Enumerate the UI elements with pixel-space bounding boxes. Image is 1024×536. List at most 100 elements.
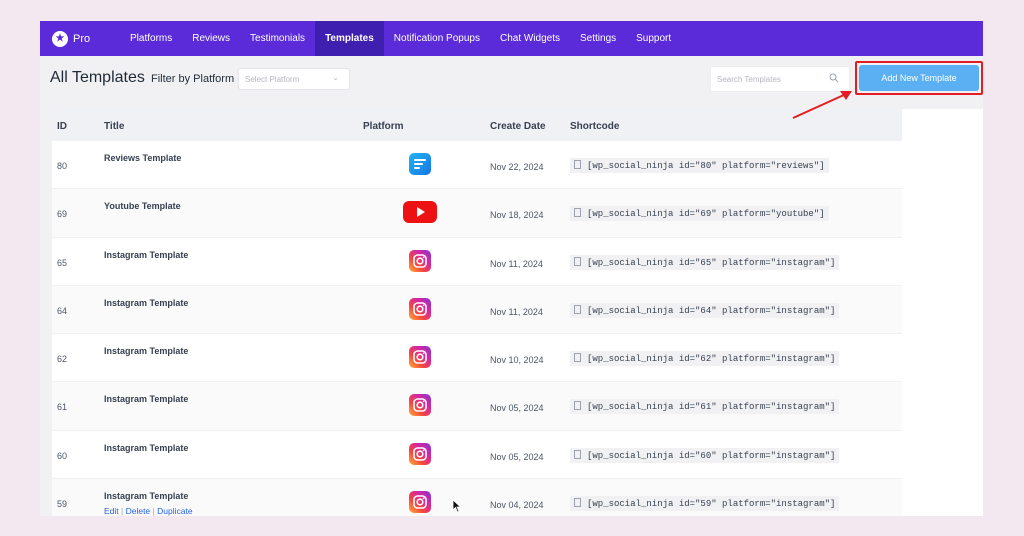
copy-icon[interactable]	[574, 498, 581, 508]
shortcode-text: [wp_social_ninja id="64" platform="insta…	[587, 305, 836, 316]
nav-item-reviews[interactable]: Reviews	[182, 21, 240, 56]
nav-menu: Platforms Reviews Testimonials Templates Not…	[120, 21, 681, 56]
copy-icon[interactable]	[574, 304, 581, 314]
row-shortcode[interactable]: [wp_social_ninja id="69" platform="youtu…	[570, 206, 829, 222]
nav-item-settings[interactable]: Settings	[570, 21, 626, 56]
copy-icon[interactable]	[574, 160, 581, 169]
templates-table-area: ID Title Platform Create Date Shortcode …	[52, 109, 983, 516]
row-actions: Edit | Delete | Duplicate	[104, 506, 193, 516]
row-create-date: Nov 05, 2024	[490, 403, 544, 414]
header-id: ID	[57, 121, 67, 132]
table-row[interactable]: 69 Youtube Template Nov 18, 2024 [wp_social…	[52, 189, 902, 238]
row-id: 61	[57, 402, 68, 413]
row-create-date: Nov 11, 2024	[490, 258, 543, 269]
shortcode-text: [wp_social_ninja id="59" platform="insta…	[587, 499, 836, 510]
row-title[interactable]: Instagram Template	[104, 443, 188, 453]
row-title[interactable]: Instagram Template	[104, 394, 188, 404]
row-shortcode[interactable]: [wp_social_ninja id="62" platform="insta…	[570, 351, 840, 367]
search-icon[interactable]	[829, 73, 839, 83]
row-action-duplicate-link[interactable]: Duplicate	[157, 506, 192, 516]
instagram-icon	[409, 346, 431, 369]
copy-icon[interactable]	[574, 208, 581, 218]
header-platform: Platform	[363, 121, 404, 132]
templates-table: ID Title Platform Create Date Shortcode …	[52, 109, 902, 516]
shortcode-text: [wp_social_ninja id="69" platform="youtu…	[587, 209, 825, 220]
instagram-icon	[409, 491, 431, 514]
row-shortcode[interactable]: [wp_social_ninja id="64" platform="insta…	[570, 302, 840, 318]
search-box	[710, 66, 850, 92]
row-id: 59	[57, 499, 68, 510]
top-navbar: ★ Pro Platforms Reviews Testimonials Templa…	[40, 21, 983, 56]
row-shortcode[interactable]: [wp_social_ninja id="60" platform="insta…	[570, 447, 840, 463]
copy-icon[interactable]	[574, 449, 581, 459]
row-shortcode[interactable]: [wp_social_ninja id="65" platform="insta…	[570, 254, 840, 270]
row-shortcode[interactable]: [wp_social_ninja id="61" platform="insta…	[570, 399, 840, 415]
table-row[interactable]: 61 Instagram Template Nov 05, 2024 [wp_soci…	[52, 382, 902, 431]
row-action-delete-link[interactable]: Delete	[126, 506, 151, 516]
row-id: 60	[57, 450, 68, 461]
toolbar: All Templates Filter by Platform Select …	[40, 56, 983, 108]
row-shortcode[interactable]: [wp_social_ninja id="80" platform="revie…	[570, 158, 829, 173]
table-header: ID Title Platform Create Date Shortcode	[52, 109, 902, 141]
row-title[interactable]: Reviews Template	[104, 153, 181, 163]
row-action-edit-link[interactable]: Edit	[104, 506, 119, 516]
platform-select-placeholder: Select Platform	[245, 75, 300, 84]
row-id: 80	[57, 161, 68, 171]
row-title[interactable]: Instagram Template	[104, 491, 188, 501]
table-row[interactable]: 64 Instagram Template Nov 11, 2024 [wp_soci…	[52, 285, 902, 335]
shortcode-text: [wp_social_ninja id="62" platform="insta…	[587, 354, 836, 365]
chevron-down-icon: ⌄	[332, 73, 339, 82]
nav-item-testimonials[interactable]: Testimonials	[240, 21, 315, 56]
header-title: Title	[104, 121, 125, 132]
table-row[interactable]: 60 Instagram Template Nov 05, 2024 [wp_soci…	[52, 430, 902, 480]
row-id: 64	[57, 305, 68, 316]
shortcode-text: [wp_social_ninja id="60" platform="insta…	[587, 450, 836, 461]
row-title[interactable]: Instagram Template	[104, 250, 188, 260]
reviews-icon	[409, 153, 431, 175]
row-shortcode[interactable]: [wp_social_ninja id="59" platform="insta…	[570, 496, 840, 512]
mouse-cursor-icon	[452, 499, 462, 513]
youtube-icon	[403, 201, 437, 224]
nav-item-chat-widgets[interactable]: Chat Widgets	[490, 21, 570, 56]
nav-item-templates[interactable]: Templates	[315, 21, 384, 56]
action-separator: |	[118, 506, 126, 516]
row-create-date: Nov 11, 2024	[490, 306, 543, 317]
nav-item-notification-popups[interactable]: Notification Popups	[384, 21, 490, 56]
filter-label: Filter by Platform	[151, 73, 235, 85]
table-row[interactable]: 65 Instagram Template Nov 11, 2024 [wp_soci…	[52, 237, 902, 286]
row-id: 65	[57, 257, 68, 268]
row-id: 69	[57, 209, 68, 220]
row-title[interactable]: Instagram Template	[104, 346, 188, 356]
copy-icon[interactable]	[574, 353, 581, 363]
platform-select[interactable]: Select Platform ⌄	[238, 68, 350, 90]
add-new-template-button[interactable]: Add New Template	[859, 65, 979, 91]
row-create-date: Nov 05, 2024	[490, 451, 544, 462]
table-row[interactable]: 62 Instagram Template Nov 10, 2024 [wp_soci…	[52, 334, 902, 383]
table-row[interactable]: 59 Instagram Template Nov 04, 2024 [wp_soci…	[52, 479, 902, 516]
table-row[interactable]: 80 Reviews Template Nov 22, 2024 [wp_social…	[52, 141, 902, 190]
header-create-date: Create Date	[490, 121, 546, 132]
copy-icon[interactable]	[574, 401, 581, 411]
nav-item-support[interactable]: Support	[626, 21, 681, 56]
instagram-icon	[409, 297, 431, 320]
row-title[interactable]: Instagram Template	[104, 298, 188, 308]
row-create-date: Nov 22, 2024	[490, 162, 544, 172]
page-title: All Templates	[50, 69, 145, 86]
instagram-icon	[409, 442, 431, 465]
header-shortcode: Shortcode	[570, 121, 620, 132]
row-create-date: Nov 18, 2024	[490, 210, 544, 221]
copy-icon[interactable]	[574, 256, 581, 266]
shortcode-text: [wp_social_ninja id="65" platform="insta…	[587, 257, 836, 268]
instagram-icon	[409, 249, 431, 272]
search-input[interactable]	[711, 67, 816, 91]
shortcode-text: [wp_social_ninja id="80" platform="revie…	[587, 161, 825, 171]
row-id: 62	[57, 354, 68, 365]
brand[interactable]: ★ Pro	[40, 30, 120, 47]
app-window: ★ Pro Platforms Reviews Testimonials Templa…	[40, 21, 983, 516]
brand-logo-icon: ★	[52, 30, 68, 47]
shortcode-text: [wp_social_ninja id="61" platform="insta…	[587, 402, 836, 413]
row-create-date: Nov 04, 2024	[490, 500, 544, 511]
row-create-date: Nov 10, 2024	[490, 355, 544, 366]
nav-item-platforms[interactable]: Platforms	[120, 21, 182, 56]
row-title[interactable]: Youtube Template	[104, 201, 181, 211]
